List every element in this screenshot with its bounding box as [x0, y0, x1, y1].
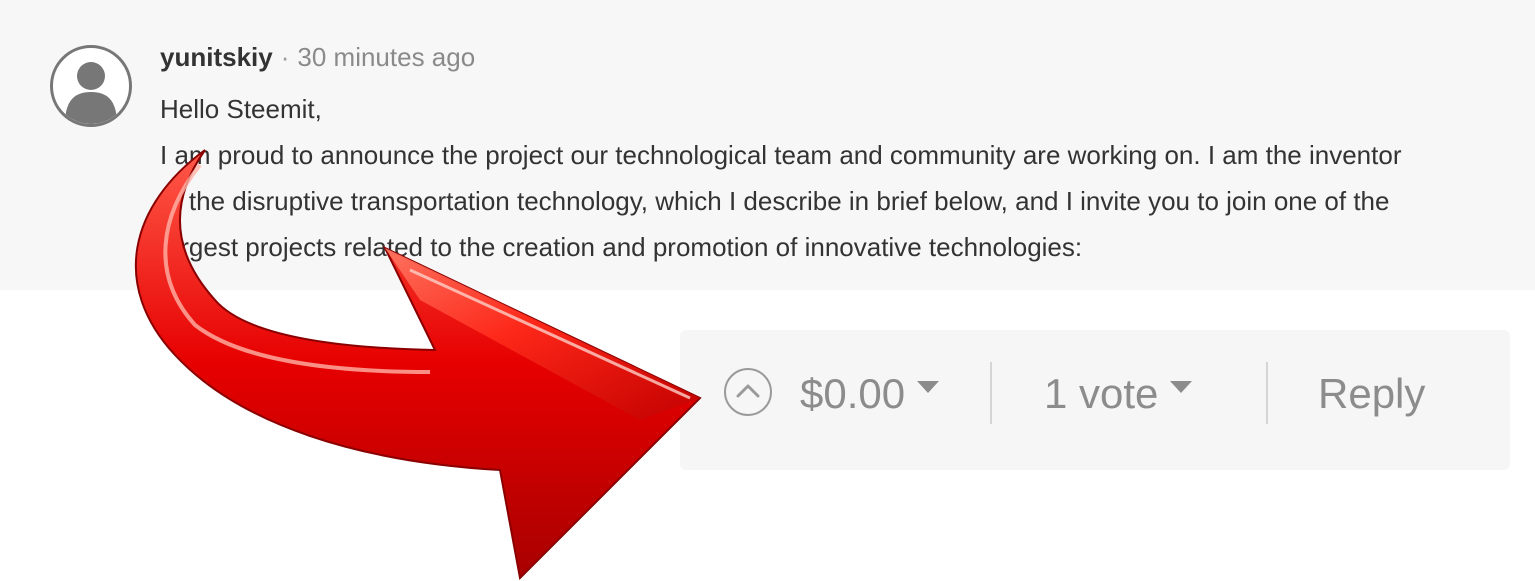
meta-separator: ·: [280, 42, 290, 72]
author-name[interactable]: yunitskiy: [160, 42, 273, 72]
footer-divider: [1266, 362, 1268, 424]
payout-dropdown[interactable]: $0.00: [800, 366, 940, 422]
comment-timestamp[interactable]: 30 minutes ago: [297, 42, 475, 72]
footer-divider: [990, 362, 992, 424]
comment-line: of the disruptive transportation technol…: [160, 186, 1390, 216]
caret-down-icon: [1170, 380, 1193, 393]
reply-button[interactable]: Reply: [1318, 366, 1425, 422]
caret-down-icon: [917, 380, 940, 393]
votes-dropdown[interactable]: 1 vote: [1044, 366, 1193, 422]
comment-body: Hello Steemit, I am proud to announce th…: [160, 86, 1530, 270]
comment-meta: yunitskiy · 30 minutes ago: [160, 40, 475, 74]
comment-line: Hello Steemit,: [160, 94, 322, 124]
payout-value: $0.00: [800, 370, 906, 417]
user-silhouette-icon: [65, 62, 117, 124]
chevron-up-icon: [736, 384, 760, 398]
upvote-button[interactable]: [724, 368, 772, 416]
comment-line: I am proud to announce the project our t…: [160, 140, 1402, 170]
comment-line: largest projects related to the creation…: [160, 232, 1083, 262]
avatar[interactable]: [50, 45, 132, 127]
votes-count: 1 vote: [1044, 370, 1159, 417]
